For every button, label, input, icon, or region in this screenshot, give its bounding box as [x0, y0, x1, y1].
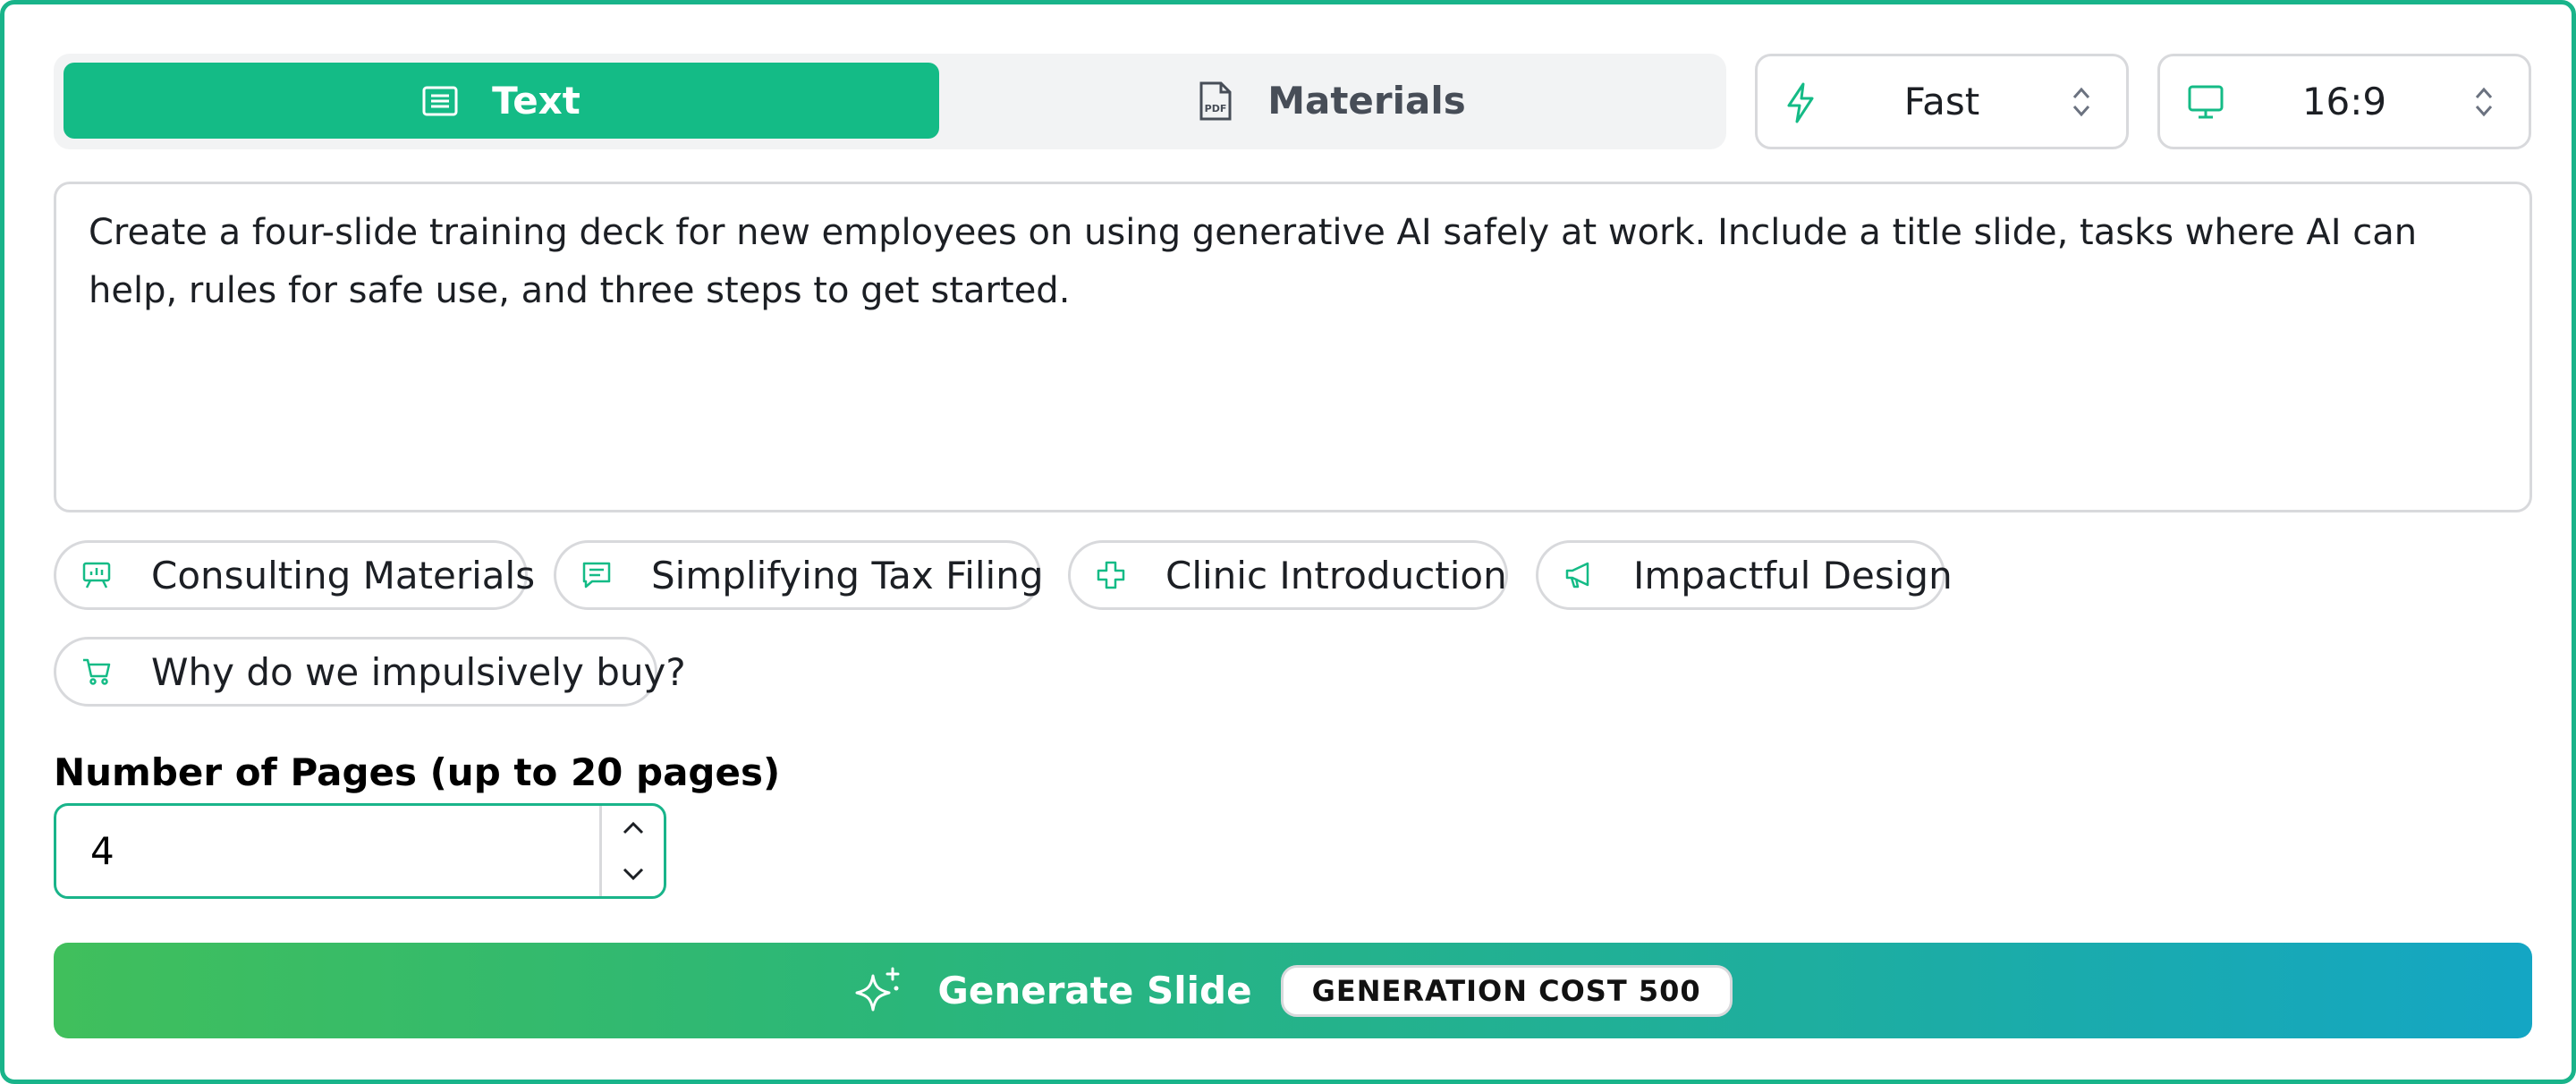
suggestion-chip-label: Simplifying Tax Filing	[651, 553, 1044, 597]
page-count-input[interactable]: 4	[54, 803, 666, 899]
decrement-button[interactable]	[602, 851, 664, 896]
aspect-ratio-select[interactable]: 16:9	[2157, 54, 2531, 149]
generate-slide-label: Generate Slide	[937, 969, 1252, 1012]
prompt-textarea[interactable]: Create a four-slide training deck for ne…	[54, 182, 2532, 512]
suggestion-chip-impulsive-buying[interactable]: Why do we impulsively buy?	[54, 637, 686, 707]
tab-text[interactable]: Text	[64, 63, 939, 139]
page-count-stepper	[599, 806, 664, 896]
suggestion-chip-clinic-introduction[interactable]: Clinic Introduction	[1068, 540, 1508, 610]
suggestion-chip-label: Clinic Introduction	[1165, 553, 1507, 597]
generation-cost-badge: GENERATION COST 500	[1280, 964, 1733, 1017]
suggestion-chip-consulting-materials[interactable]: Consulting Materials	[54, 540, 535, 610]
suggestion-chip-label: Impactful Design	[1633, 553, 1953, 597]
generate-slide-button[interactable]: Generate Slide GENERATION COST 500	[54, 943, 2532, 1038]
tab-materials[interactable]: PDF Materials	[939, 63, 1724, 139]
page-count-value: 4	[90, 829, 114, 873]
slide-generator-panel: Text PDF Materials Fast 16:9 Create a fo…	[0, 0, 2576, 1084]
speed-select[interactable]: Fast	[1755, 54, 2129, 149]
chevron-down-icon	[623, 868, 643, 881]
sparkles-icon	[855, 967, 900, 1011]
chevron-up-icon	[623, 821, 643, 834]
tab-materials-label: Materials	[1267, 79, 1466, 123]
suggestion-chip-label: Why do we impulsively buy?	[151, 649, 686, 694]
input-mode-tabs: Text PDF Materials	[54, 54, 1726, 149]
page-count-label: Number of Pages (up to 20 pages)	[54, 750, 781, 794]
pdf-file-icon: PDF	[1199, 81, 1232, 120]
suggestion-chip-simplifying-tax-filing[interactable]: Simplifying Tax Filing	[554, 540, 1044, 610]
suggestion-chip-impactful-design[interactable]: Impactful Design	[1536, 540, 1953, 610]
presentation-chart-icon	[82, 562, 111, 589]
chevron-up-down-icon	[2072, 87, 2090, 117]
megaphone-icon	[1565, 562, 1589, 589]
tab-text-label: Text	[492, 79, 580, 123]
suggestion-chip-label: Consulting Materials	[151, 553, 536, 597]
shopping-cart-icon	[83, 658, 111, 685]
text-lines-icon	[422, 86, 458, 115]
svg-text:PDF: PDF	[1205, 103, 1227, 114]
message-lines-icon	[582, 562, 611, 589]
increment-button[interactable]	[602, 806, 664, 851]
chevron-up-down-icon	[2475, 87, 2493, 117]
medical-cross-icon	[1097, 561, 1125, 589]
